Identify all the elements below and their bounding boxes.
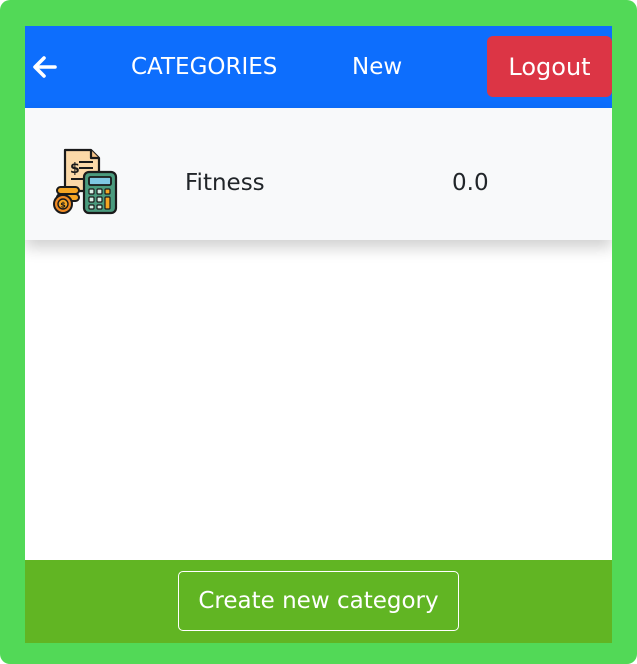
footer-bar: Create new category — [25, 560, 612, 643]
svg-text:$: $ — [60, 201, 66, 210]
nav-categories-link[interactable]: CATEGORIES — [131, 26, 277, 108]
back-button[interactable] — [31, 53, 59, 81]
top-navbar: CATEGORIES New Logout — [25, 26, 612, 108]
category-name: Fitness — [185, 170, 265, 196]
app-screen: CATEGORIES New Logout $ $ Fitness 0.0 Cr… — [25, 26, 612, 643]
app-frame: CATEGORIES New Logout $ $ Fitness 0.0 Cr… — [0, 0, 637, 664]
budget-calculator-icon: $ $ — [53, 148, 118, 215]
category-list-item[interactable]: $ $ Fitness 0.0 — [25, 108, 612, 240]
create-new-category-button[interactable]: Create new category — [178, 571, 459, 631]
nav-new-link[interactable]: New — [352, 26, 402, 108]
arrow-left-icon — [33, 56, 57, 78]
category-amount: 0.0 — [452, 170, 489, 196]
svg-text:$: $ — [70, 161, 80, 177]
logout-button[interactable]: Logout — [487, 36, 612, 97]
